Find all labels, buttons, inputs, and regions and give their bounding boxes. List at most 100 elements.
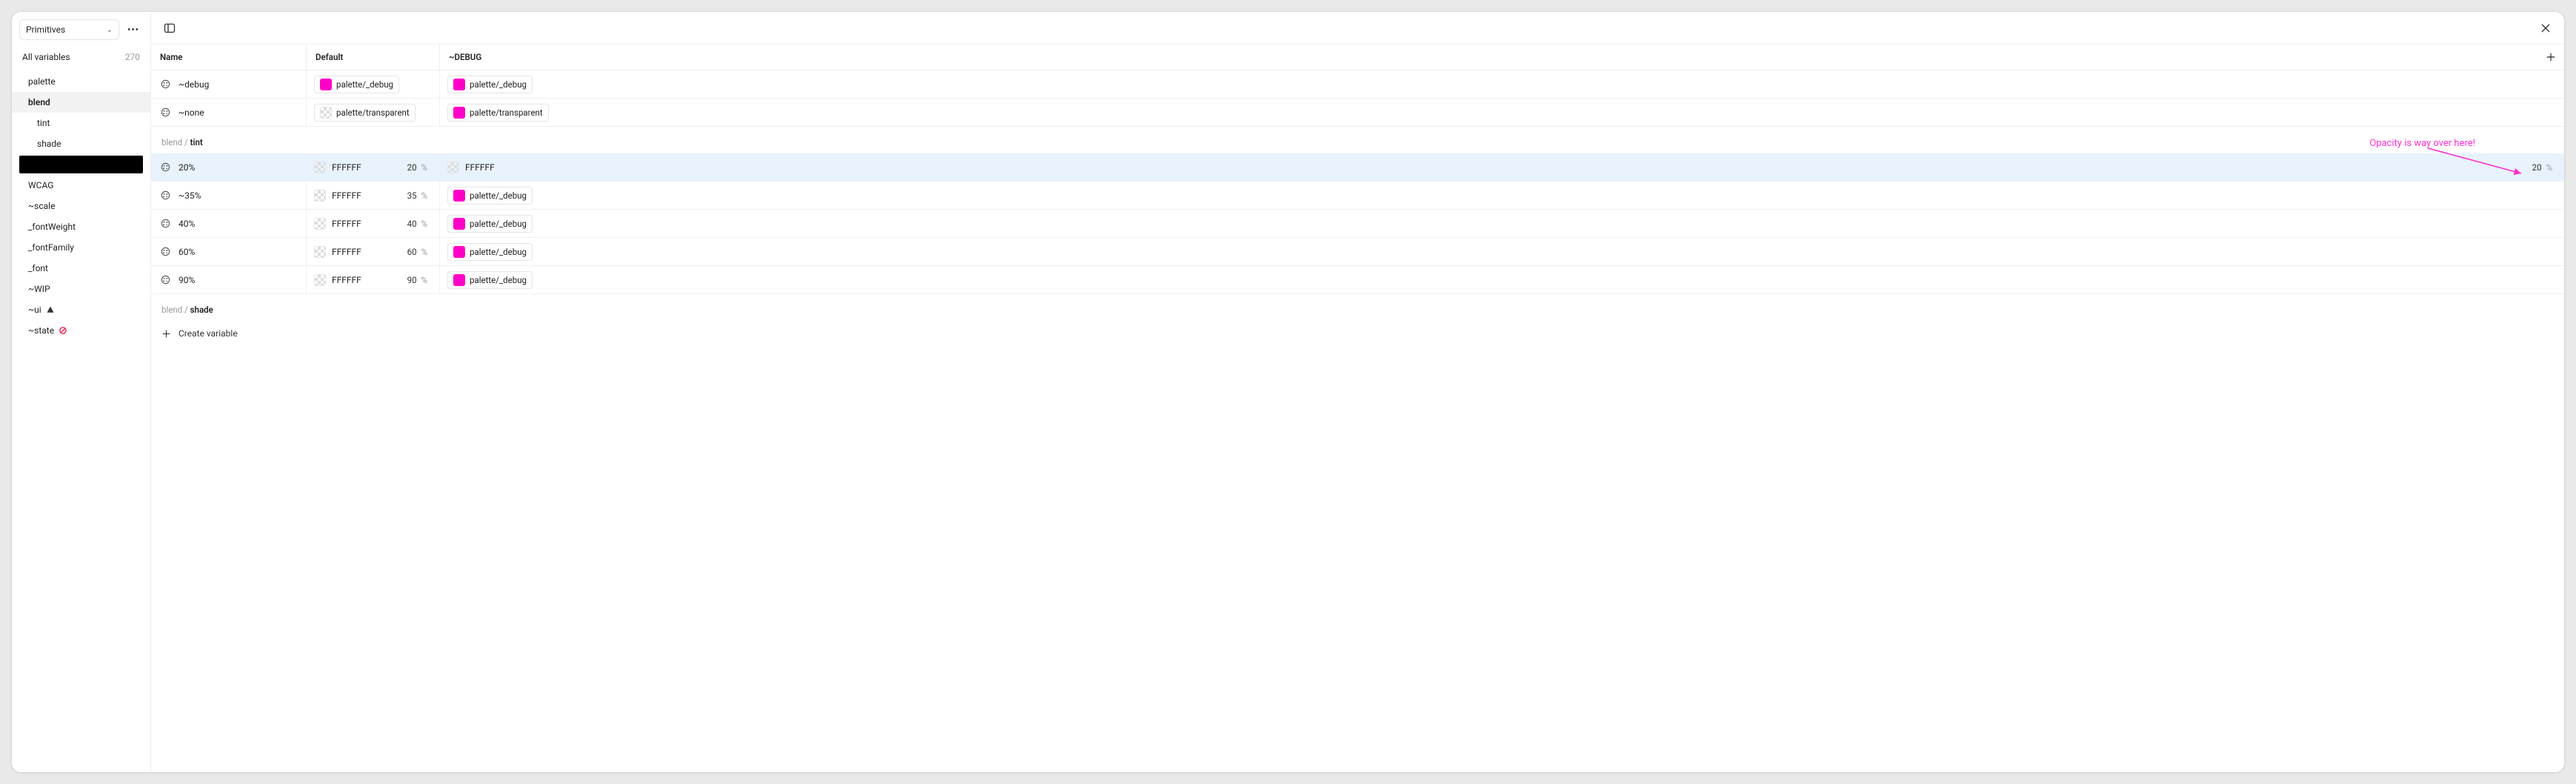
opacity-value[interactable]: 60 % xyxy=(407,247,432,257)
sidebar-group-item[interactable]: palette xyxy=(12,71,150,92)
opacity-value[interactable]: 90 % xyxy=(407,275,432,285)
panel-toggle-icon[interactable] xyxy=(160,19,179,38)
sidebar-group-item[interactable]: blend xyxy=(12,92,150,113)
opacity-number: 40 xyxy=(407,219,417,229)
chevron-down-icon: ⌄ xyxy=(107,26,113,34)
alias-pill[interactable]: palette/_debug xyxy=(447,187,533,205)
variable-name: 90% xyxy=(178,275,195,285)
hex-code: FFFFFF xyxy=(332,190,361,201)
variable-row[interactable]: 90% FFFFFF 90 % palette/_debug xyxy=(151,266,2564,294)
color-variable-icon xyxy=(160,246,171,257)
alias-label: palette/transparent xyxy=(336,107,410,118)
variable-row[interactable]: 20% FFFFFF 20 % FFFFFF 20 % xyxy=(151,153,2564,182)
table-header: Name Default ~DEBUG xyxy=(151,44,2564,70)
alias-label: palette/_debug xyxy=(470,219,527,229)
sidebar-group-item[interactable]: ~WIP xyxy=(12,279,150,299)
sidebar-group-item[interactable]: ~scale xyxy=(12,196,150,216)
color-variable-icon xyxy=(160,107,171,118)
alias-label: palette/_debug xyxy=(470,275,527,285)
hex-value[interactable]: FFFFFF xyxy=(314,274,361,286)
cell-default: palette/_debug xyxy=(307,70,440,98)
column-header-debug[interactable]: ~DEBUG xyxy=(440,44,2537,70)
sidebar-group-label: shade xyxy=(37,139,61,149)
warning-icon xyxy=(46,305,55,314)
more-button[interactable]: ••• xyxy=(124,20,143,39)
color-variable-icon xyxy=(160,162,171,173)
opacity-value[interactable]: 35 % xyxy=(407,190,432,201)
opacity-value[interactable]: 20 % xyxy=(407,162,432,173)
variable-row[interactable]: ~none palette/transparent palette/transp… xyxy=(151,99,2564,127)
variable-row[interactable]: ~debug palette/_debug palette/_debug xyxy=(151,70,2564,99)
sidebar-group-item[interactable]: tint xyxy=(12,113,150,133)
section-path-name: shade xyxy=(190,305,213,315)
column-header-debug-label: ~DEBUG xyxy=(449,52,481,62)
alias-pill[interactable]: palette/transparent xyxy=(314,104,416,122)
sidebar-group-label: WCAG xyxy=(28,180,53,190)
create-variable-button[interactable]: Create variable xyxy=(151,321,2564,346)
cell-name: ~debug xyxy=(151,70,307,98)
cell-name: ~none xyxy=(151,99,307,126)
variable-name: 20% xyxy=(178,162,195,173)
alias-pill[interactable]: palette/_debug xyxy=(447,271,533,289)
hex-code: FFFFFF xyxy=(332,219,361,229)
hex-code: FFFFFF xyxy=(332,247,361,257)
hex-value[interactable]: FFFFFF xyxy=(447,162,495,173)
sidebar-group-item[interactable]: _font xyxy=(12,258,150,279)
variable-row[interactable]: 40% FFFFFF 40 % palette/_debug xyxy=(151,210,2564,238)
hex-value[interactable]: FFFFFF xyxy=(314,246,361,258)
opacity-number: 60 xyxy=(407,247,417,257)
variable-row[interactable]: ~35% FFFFFF 35 % palette/_debug xyxy=(151,182,2564,210)
sidebar-group-label: _fontFamily xyxy=(28,242,74,253)
variable-row[interactable]: 60% FFFFFF 60 % palette/_debug xyxy=(151,238,2564,266)
alias-pill[interactable]: palette/_debug xyxy=(447,243,533,261)
cell-debug: palette/_debug xyxy=(440,266,2564,293)
color-swatch xyxy=(320,79,332,90)
sidebar-group-item[interactable] xyxy=(19,156,143,173)
all-variables-row[interactable]: All variables 270 xyxy=(12,46,150,68)
color-variable-icon xyxy=(160,274,171,285)
opacity-number: 90 xyxy=(407,275,417,285)
alias-pill[interactable]: palette/_debug xyxy=(447,215,533,233)
alias-label: palette/_debug xyxy=(470,79,527,90)
percent-symbol: % xyxy=(421,219,427,229)
opacity-value[interactable]: 40 % xyxy=(407,219,432,229)
collection-select[interactable]: Primitives ⌄ xyxy=(19,19,119,40)
add-mode-button[interactable] xyxy=(2537,44,2564,70)
sidebar-group-item[interactable]: ~ui xyxy=(12,299,150,320)
alias-pill[interactable]: palette/_debug xyxy=(314,76,399,93)
sidebar-group-label: _fontWeight xyxy=(28,222,76,232)
hex-value[interactable]: FFFFFF xyxy=(314,190,361,202)
color-variable-icon xyxy=(160,79,171,90)
sidebar-group-label: ~ui xyxy=(28,305,41,315)
sidebar-group-item[interactable]: _fontFamily xyxy=(12,237,150,258)
variable-name: ~35% xyxy=(178,190,201,201)
column-header-name[interactable]: Name xyxy=(151,44,307,70)
hex-value[interactable]: FFFFFF xyxy=(314,218,361,230)
percent-symbol: % xyxy=(2546,162,2552,173)
sidebar-group-item[interactable]: _fontWeight xyxy=(12,216,150,237)
section-path-prefix: blend / xyxy=(161,137,190,147)
opacity-value[interactable]: 20 % xyxy=(2532,162,2557,173)
close-button[interactable] xyxy=(2536,19,2555,38)
cell-default: FFFFFF 35 % xyxy=(307,182,440,209)
variable-name: 60% xyxy=(178,247,195,257)
column-header-default[interactable]: Default xyxy=(307,44,440,70)
cell-name: 90% xyxy=(151,266,307,293)
cell-default: FFFFFF 90 % xyxy=(307,266,440,293)
color-swatch xyxy=(314,246,326,258)
sidebar-group-label: blend xyxy=(28,97,50,107)
variable-name: 40% xyxy=(178,219,195,229)
alias-pill[interactable]: palette/transparent xyxy=(447,104,549,122)
hex-value[interactable]: FFFFFF xyxy=(314,162,361,173)
sidebar-group-item[interactable]: WCAG xyxy=(12,175,150,196)
all-variables-label: All variables xyxy=(22,52,70,62)
sidebar-group-item[interactable]: ~state xyxy=(12,320,150,341)
color-swatch xyxy=(453,107,465,119)
sidebar-group-item[interactable]: shade xyxy=(12,133,150,154)
alias-pill[interactable]: palette/_debug xyxy=(447,76,533,93)
cell-default: FFFFFF 60 % xyxy=(307,238,440,265)
percent-symbol: % xyxy=(421,190,427,201)
create-variable-label: Create variable xyxy=(178,328,238,339)
color-swatch xyxy=(447,162,459,173)
topbar xyxy=(151,12,2564,44)
